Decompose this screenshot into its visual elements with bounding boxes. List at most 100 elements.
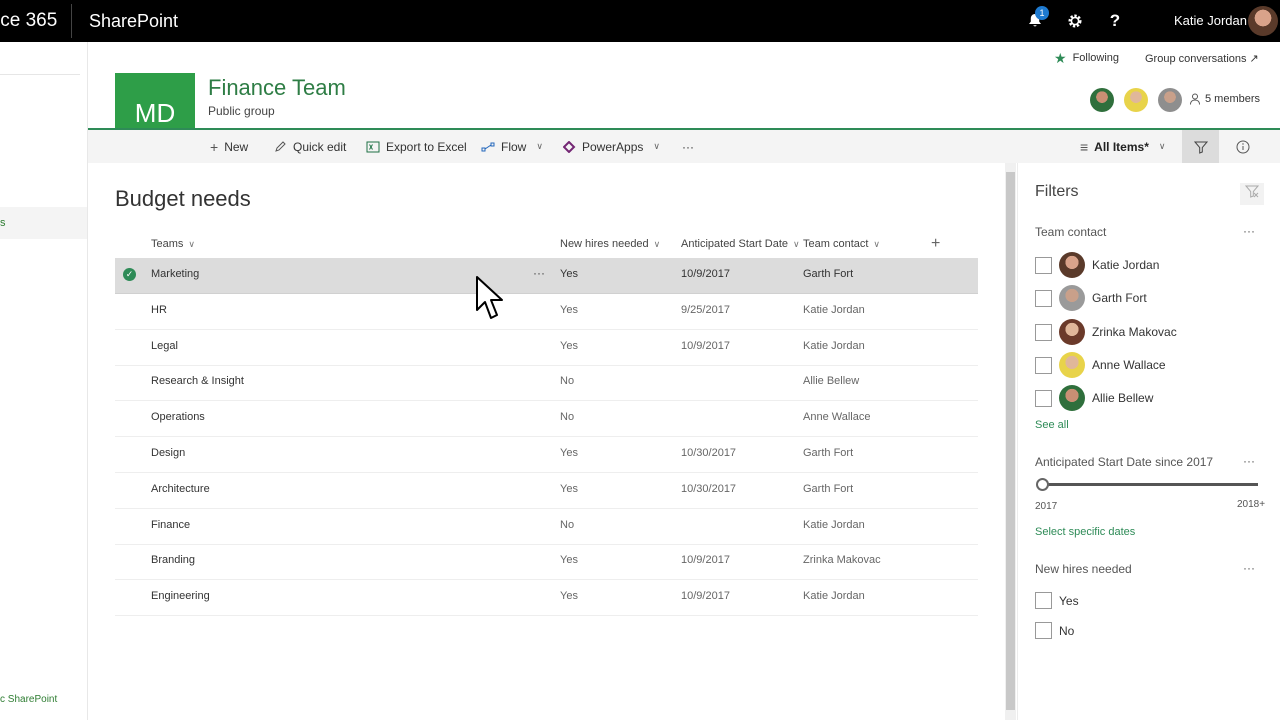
- row-more-button[interactable]: ···: [533, 258, 545, 288]
- cell-team[interactable]: Design: [151, 437, 185, 472]
- settings-button[interactable]: [1055, 0, 1095, 42]
- column-header-teams[interactable]: Teams ∨: [151, 236, 195, 252]
- nav-item-active[interactable]: [0, 207, 87, 239]
- quick-edit-label: Quick edit: [293, 139, 347, 154]
- column-header-team-contact[interactable]: Team contact ∨: [803, 236, 880, 252]
- more-commands-button[interactable]: ···: [682, 130, 694, 163]
- view-selector[interactable]: ≡ All Items* ∨: [1080, 130, 1165, 163]
- table-row[interactable]: Finance No Katie Jordan: [115, 509, 978, 545]
- help-button[interactable]: ?: [1095, 0, 1135, 42]
- team-contact-option-label[interactable]: Katie Jordan: [1092, 258, 1159, 272]
- cell-team-contact: Allie Bellew: [803, 375, 860, 388]
- person-avatar: [1059, 385, 1085, 412]
- member-avatar[interactable]: [1158, 88, 1182, 112]
- cell-team[interactable]: Operations: [151, 401, 205, 436]
- cell-team[interactable]: Architecture: [151, 473, 210, 508]
- quick-edit-button[interactable]: Quick edit: [274, 130, 346, 163]
- group-conversations-link[interactable]: Group conversations ↗: [1145, 50, 1259, 66]
- list-view-icon: ≡: [1080, 138, 1089, 155]
- team-contact-option-label[interactable]: Anne Wallace: [1092, 358, 1166, 372]
- site-subtitle: Public group: [208, 104, 275, 118]
- team-contact-checkbox[interactable]: [1035, 290, 1052, 308]
- team-contact-more-button[interactable]: ···: [1243, 224, 1255, 238]
- cell-team[interactable]: Research & Insight: [151, 365, 244, 400]
- team-contact-filter-label: Team contact: [1035, 225, 1107, 239]
- new-button[interactable]: + New: [210, 130, 248, 163]
- table-row[interactable]: ✓ ··· Marketing Yes 10/9/2017 Garth Fort: [115, 258, 978, 294]
- table-row[interactable]: HR Yes 9/25/2017 Katie Jordan: [115, 294, 978, 330]
- member-avatar[interactable]: [1124, 88, 1148, 112]
- powerapps-menu-button[interactable]: PowerApps ∨: [563, 130, 660, 163]
- new-hires-more-button[interactable]: ···: [1243, 561, 1255, 575]
- cell-team-contact: Katie Jordan: [803, 590, 865, 603]
- following-button[interactable]: ★ Following: [1054, 50, 1119, 66]
- cell-team[interactable]: Marketing: [151, 258, 199, 293]
- table-row[interactable]: Operations No Anne Wallace: [115, 401, 978, 438]
- flow-label: Flow: [501, 139, 527, 154]
- member-avatar[interactable]: [1090, 88, 1114, 112]
- members-button[interactable]: 5 members: [1189, 93, 1260, 105]
- sharepoint-title[interactable]: SharePoint: [89, 0, 178, 42]
- team-contact-option-label[interactable]: Garth Fort: [1092, 291, 1147, 305]
- table-row[interactable]: Design Yes 10/30/2017 Garth Fort: [115, 437, 978, 473]
- table-row[interactable]: Legal Yes 10/9/2017 Katie Jordan: [115, 330, 978, 366]
- table-row[interactable]: Branding Yes 10/9/2017 Zrinka Makovac: [115, 544, 978, 581]
- team-contact-checkbox[interactable]: [1035, 390, 1052, 408]
- start-date-filter-label: Anticipated Start Date since 2017: [1035, 455, 1214, 469]
- help-icon: ?: [1109, 11, 1121, 30]
- select-specific-dates-link[interactable]: Select specific dates: [1035, 526, 1135, 538]
- export-excel-button[interactable]: Export to Excel: [366, 130, 467, 163]
- flow-menu-button[interactable]: Flow ∨: [481, 130, 543, 163]
- new-hires-checkbox[interactable]: [1035, 592, 1052, 609]
- star-icon: ★: [1054, 49, 1067, 66]
- user-avatar[interactable]: [1248, 6, 1278, 36]
- clear-filter-icon: [1244, 185, 1260, 198]
- slider-min-label: 2017: [1035, 501, 1058, 512]
- row-selected-check-icon[interactable]: ✓: [123, 268, 136, 281]
- chevron-down-icon: ∨: [873, 238, 881, 249]
- app-launcher-title[interactable]: ice 365: [0, 0, 57, 42]
- cell-team[interactable]: Legal: [151, 330, 178, 365]
- team-contact-option-label[interactable]: Allie Bellew: [1092, 391, 1153, 405]
- cell-new-hires: Yes: [560, 447, 578, 459]
- export-label: Export to Excel: [386, 139, 467, 154]
- scrollbar-thumb[interactable]: [1006, 172, 1015, 710]
- cell-team[interactable]: Engineering: [151, 580, 210, 615]
- column-header-label: Anticipated Start Date: [681, 238, 789, 250]
- new-hires-checkbox[interactable]: [1035, 622, 1052, 639]
- chevron-down-icon: ∨: [793, 238, 800, 249]
- filter-pane-button[interactable]: [1182, 130, 1219, 163]
- column-header-start-date[interactable]: Anticipated Start Date ∨: [681, 236, 800, 252]
- team-contact-checkbox[interactable]: [1035, 257, 1052, 274]
- cell-new-hires: No: [560, 518, 575, 531]
- date-slider-track[interactable]: [1042, 483, 1258, 486]
- team-contact-checkbox[interactable]: [1035, 323, 1052, 341]
- team-contact-option-label[interactable]: Zrinka Makovac: [1092, 325, 1177, 339]
- add-column-button[interactable]: +: [931, 235, 940, 253]
- column-header-new-hires[interactable]: New hires needed ∨: [560, 236, 660, 252]
- table-row[interactable]: Engineering Yes 10/9/2017 Katie Jordan: [115, 580, 978, 617]
- start-date-more-button[interactable]: ···: [1243, 454, 1255, 468]
- info-button[interactable]: [1236, 130, 1250, 163]
- view-label: All Items*: [1094, 139, 1149, 154]
- nav-item-active-label: s: [0, 217, 6, 229]
- see-all-link[interactable]: See all: [1035, 419, 1069, 431]
- clear-filters-button[interactable]: [1240, 183, 1264, 205]
- new-hires-option-label[interactable]: No: [1059, 624, 1074, 638]
- cell-team[interactable]: Finance: [151, 509, 190, 544]
- new-hires-option-label[interactable]: Yes: [1059, 594, 1079, 608]
- user-name[interactable]: Katie Jordan: [1174, 0, 1247, 42]
- date-slider-handle[interactable]: [1036, 478, 1049, 491]
- table-row[interactable]: Architecture Yes 10/30/2017 Garth Fort: [115, 473, 978, 509]
- cell-new-hires: Yes: [560, 590, 578, 603]
- chevron-down-icon: ∨: [653, 238, 661, 249]
- table-row[interactable]: Research & Insight No Allie Bellew: [115, 365, 978, 402]
- notifications-button[interactable]: [1015, 0, 1055, 42]
- cell-start-date: 10/9/2017: [681, 554, 730, 567]
- site-title[interactable]: Finance Team: [208, 75, 346, 101]
- cell-team[interactable]: Branding: [151, 544, 195, 579]
- team-contact-checkbox[interactable]: [1035, 356, 1052, 374]
- cell-team[interactable]: HR: [151, 294, 167, 329]
- cell-start-date: 9/25/2017: [681, 303, 730, 316]
- return-to-classic-link[interactable]: c SharePoint: [0, 694, 57, 705]
